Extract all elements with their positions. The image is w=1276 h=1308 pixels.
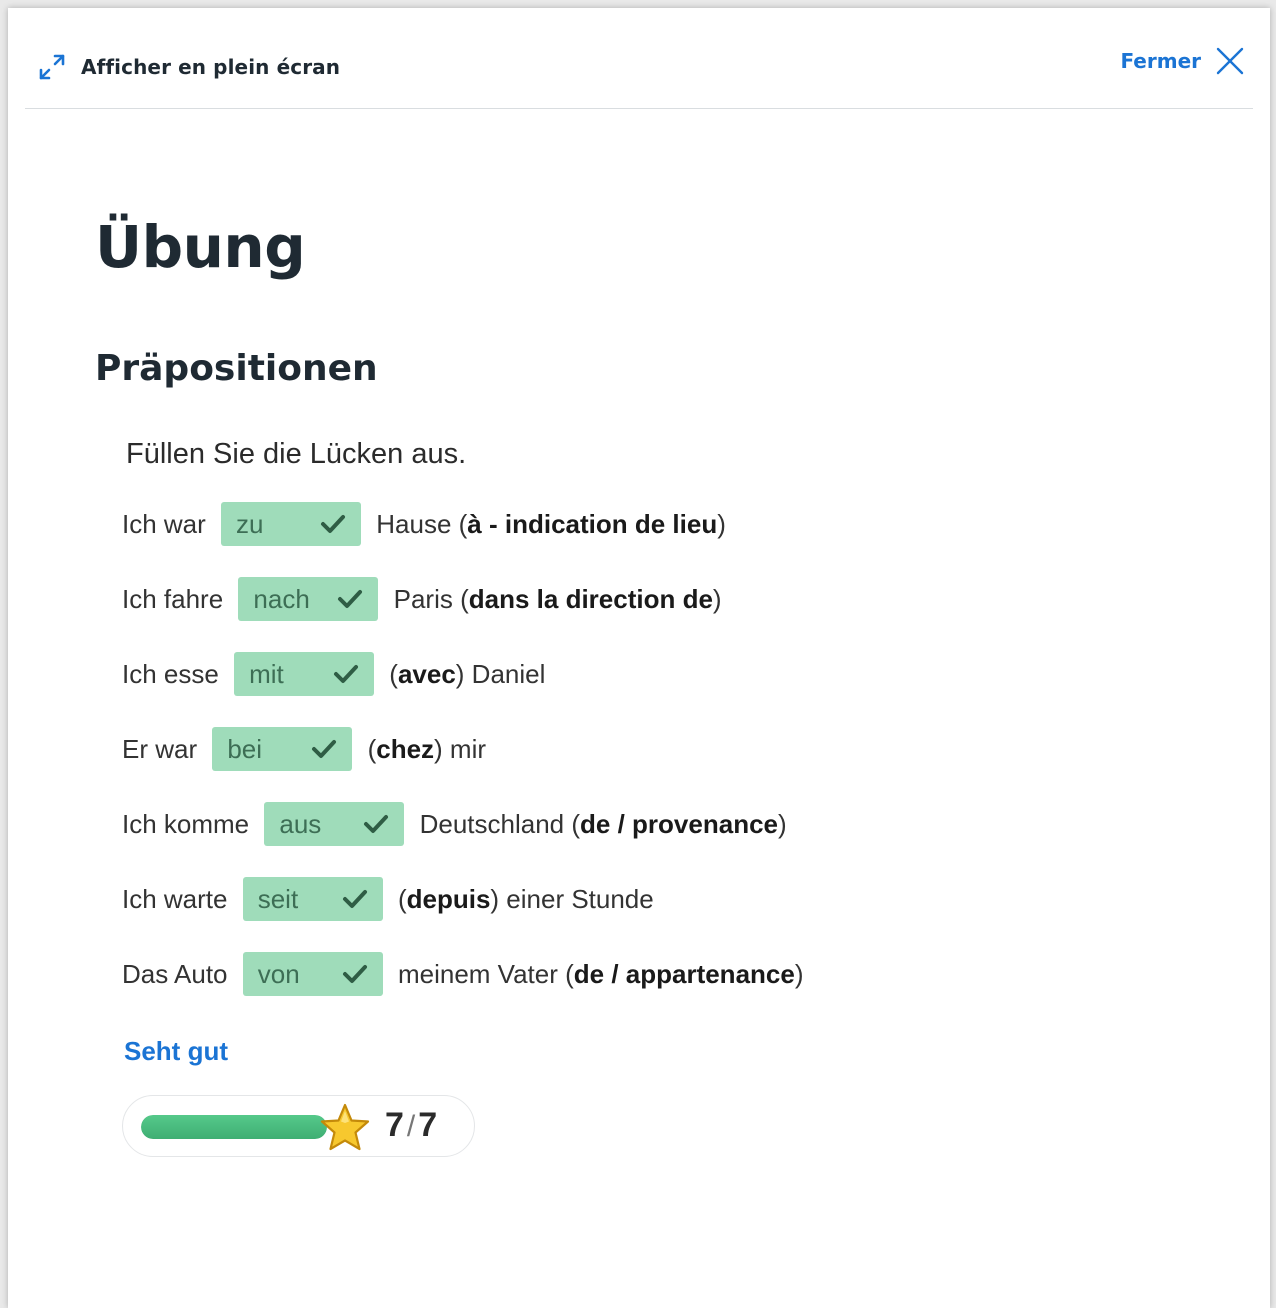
checkmark-icon <box>342 963 368 985</box>
feedback-text: Seht gut <box>124 1036 228 1066</box>
answer-field[interactable]: bei <box>212 727 353 771</box>
sentence-end: Hause ( <box>369 508 468 539</box>
answer-field[interactable]: aus <box>264 802 405 846</box>
exercise-row: Ich fahre nach Paris (dans la direction … <box>122 577 804 621</box>
exercise-panel: Afficher en plein écran Fermer Übung Prä… <box>8 8 1270 1308</box>
sentence-start: Er war <box>122 733 205 764</box>
sentence-end-tail: ) einer Stunde <box>490 883 654 914</box>
exercise-row: Ich warte seit (depuis) einer Stunde <box>122 877 804 921</box>
answer-value: seit <box>257 883 299 914</box>
exercise-row: Das Auto von meinem Vater (de / apparten… <box>122 952 804 996</box>
translation-hint: depuis <box>406 883 491 914</box>
sentence-end: ( <box>382 658 398 689</box>
sentence-end-tail: ) mir <box>434 733 487 764</box>
checkmark-icon <box>337 588 363 610</box>
sentence-end-tail: ) Daniel <box>455 658 546 689</box>
exercise-row: Ich esse mit (avec) Daniel <box>122 652 804 696</box>
section-title: Präpositionen <box>95 348 378 389</box>
answer-value: bei <box>227 733 263 764</box>
star-icon <box>318 1101 372 1160</box>
answer-field[interactable]: nach <box>238 577 379 621</box>
answer-value: von <box>257 958 300 989</box>
checkmark-icon <box>311 738 337 760</box>
score-text: 7/7 <box>385 1106 437 1145</box>
top-bar: Afficher en plein écran Fermer <box>25 8 1253 109</box>
answer-field[interactable]: von <box>242 952 383 996</box>
translation-hint: de / provenance <box>580 808 778 839</box>
sentence-start: Ich war <box>122 508 214 539</box>
score-widget: 7/7 <box>122 1095 475 1157</box>
checkmark-icon <box>333 663 359 685</box>
exercise-row: Ich komme aus Deutschland (de / provenan… <box>122 802 804 846</box>
sentence-end: Paris ( <box>386 583 469 614</box>
translation-hint: avec <box>397 658 456 689</box>
score-correct: 7 <box>385 1106 404 1144</box>
sentence-end: Deutschland ( <box>412 808 581 839</box>
answer-value: zu <box>236 508 264 539</box>
sentence-end-tail: ) <box>778 808 787 839</box>
sentence-start: Ich esse <box>122 658 227 689</box>
answer-value: nach <box>253 583 310 614</box>
translation-hint: à - indication de lieu <box>467 508 718 539</box>
page-title: Übung <box>95 213 306 281</box>
instruction-text: Füllen Sie die Lücken aus. <box>126 438 467 470</box>
score-total: 7 <box>418 1106 438 1144</box>
fullscreen-button[interactable]: Afficher en plein écran <box>37 52 340 82</box>
checkmark-icon <box>320 513 346 535</box>
answer-field[interactable]: zu <box>221 502 362 546</box>
translation-hint: dans la direction de <box>468 583 713 614</box>
close-x-icon <box>1215 46 1245 76</box>
exercise-rows: Ich war zu Hause (à - indication de lieu… <box>122 502 804 1027</box>
sentence-end-tail: ) <box>712 583 722 614</box>
answer-field[interactable]: mit <box>234 652 375 696</box>
sentence-start: Ich warte <box>122 883 235 914</box>
sentence-start: Das Auto <box>122 958 235 989</box>
score-progress-fill <box>141 1115 327 1139</box>
checkmark-icon <box>363 813 389 835</box>
sentence-end: ( <box>390 883 407 914</box>
exercise-row: Ich war zu Hause (à - indication de lieu… <box>122 502 804 546</box>
checkmark-icon <box>342 888 368 910</box>
sentence-end-tail: ) <box>717 508 726 539</box>
sentence-end-tail: ) <box>794 958 804 989</box>
sentence-start: Ich komme <box>122 808 257 839</box>
answer-value: mit <box>249 658 284 689</box>
score-separator: / <box>406 1110 416 1143</box>
score-progress-bar <box>141 1115 327 1139</box>
answer-field[interactable]: seit <box>242 877 383 921</box>
close-button[interactable]: Fermer <box>1120 46 1245 76</box>
answer-value: aus <box>279 808 322 839</box>
fullscreen-label: Afficher en plein écran <box>81 55 341 79</box>
expand-arrows-icon <box>37 52 67 82</box>
translation-hint: chez <box>376 733 435 764</box>
close-label: Fermer <box>1120 49 1201 73</box>
sentence-end: meinem Vater ( <box>390 958 574 989</box>
sentence-start: Ich fahre <box>122 583 231 614</box>
sentence-end: ( <box>360 733 377 764</box>
exercise-row: Er war bei (chez) mir <box>122 727 804 771</box>
translation-hint: de / appartenance <box>573 958 795 989</box>
